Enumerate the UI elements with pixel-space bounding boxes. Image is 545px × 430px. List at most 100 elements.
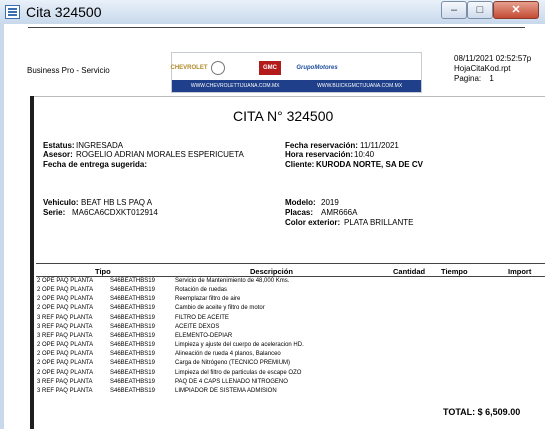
color-label: Color exterior: xyxy=(285,218,341,227)
window-title: Cita 324500 xyxy=(26,4,102,20)
estatus-value: INGRESADA xyxy=(76,141,124,150)
estatus-label: Estatus: xyxy=(43,141,75,150)
row-descripcion: Cambio de aceite y filtro de motor xyxy=(175,305,265,312)
row-descripcion: ELEMENTO-DEPIAR xyxy=(175,332,233,339)
row-tipo: 3 REF PAQ PLANTA xyxy=(37,387,93,394)
gmc-logo: GMC xyxy=(259,61,281,75)
maximize-button[interactable]: □ xyxy=(467,1,493,19)
dealer-banner: CHEVROLET GMC GrupoMotores WWW.CHEVROLET… xyxy=(171,52,422,93)
table-top-rule xyxy=(36,263,545,264)
page-label: Pagina: xyxy=(454,74,482,83)
table-row: 3 REF PAQ PLANTA S46BEATHBS19 LIMPIADOR DE… xyxy=(0,388,545,397)
column-descripcion: Descripción xyxy=(250,267,293,276)
appointment-title: CITA N° 324500 xyxy=(233,108,334,124)
company-name: Business Pro - Servicio xyxy=(27,66,110,75)
row-tipo: 3 REF PAQ PLANTA xyxy=(37,323,93,330)
column-cantidad: Cantidad xyxy=(393,267,426,276)
row-descripcion: PAQ DE 4 CAPS LLENADO NITROGENO xyxy=(175,378,288,385)
placas-label: Placas: xyxy=(285,208,314,217)
modelo-label: Modelo: xyxy=(285,198,316,207)
row-tipo: 2 OPE PAQ PLANTA xyxy=(37,305,94,312)
window-titlebar[interactable]: Cita 324500 – □ ✕ xyxy=(0,0,545,25)
table-row: 3 REF PAQ PLANTA S46BEATHBS19 PAQ DE 4 CAP… xyxy=(0,379,545,388)
table-row: 2 OPE PAQ PLANTA S46BEATHBS19 Rotación de … xyxy=(0,287,545,296)
table-row: 2 OPE PAQ PLANTA S46BEATHBS19 Cambio de ac… xyxy=(0,305,545,314)
row-tipo: 2 OPE PAQ PLANTA xyxy=(37,369,94,376)
vehiculo-label: Vehiculo: xyxy=(43,198,79,207)
header-rule xyxy=(28,27,525,28)
report-file: HojaCitaKod.rpt xyxy=(454,64,511,73)
asesor-value: ROGELIO ADRIAN MORALES ESPERICUETA xyxy=(76,150,244,159)
row-tipo: 2 OPE PAQ PLANTA xyxy=(37,278,94,284)
row-descripcion: FILTRO DE ACEITE xyxy=(175,314,229,321)
chevrolet-logo: CHEVROLET xyxy=(170,65,208,71)
row-codigo: S46BEATHBS19 xyxy=(110,360,155,367)
row-codigo: S46BEATHBS19 xyxy=(110,323,155,330)
total-amount: TOTAL: $ 6,509.00 xyxy=(443,407,521,417)
table-row: 2 OPE PAQ PLANTA S46BEATHBS19 Alineación d… xyxy=(0,351,545,360)
table-row: 2 OPE PAQ PLANTA S46BEATHBS19 Servicio de … xyxy=(0,278,545,287)
row-descripcion: Carga de Nitrógeno (TECNICO PREMIUM) xyxy=(175,360,291,367)
row-codigo: S46BEATHBS19 xyxy=(110,351,155,358)
table-row: 3 REF PAQ PLANTA S46BEATHBS19 FILTRO DE AC… xyxy=(0,315,545,324)
row-descripcion: Limpieza y ajuste del cuerpo de acelerac… xyxy=(175,342,304,349)
report-meta: 08/11/2021 02:52:57p HojaCitaKod.rpt Pag… xyxy=(454,54,531,84)
grupo-motores-logo: GrupoMotores xyxy=(296,65,338,71)
banner-url-left: WWW.CHEVROLETTIJUANA.COM.MX xyxy=(190,83,280,89)
row-tipo: 3 REF PAQ PLANTA xyxy=(37,314,93,321)
table-header-rule xyxy=(36,276,545,277)
cliente-value: KURODA NORTE, SA DE CV xyxy=(316,160,423,169)
row-descripcion: Servicio de Mantenimiento de 48,000 Kms. xyxy=(175,278,290,284)
row-tipo: 2 OPE PAQ PLANTA xyxy=(37,296,94,303)
row-codigo: S46BEATHBS19 xyxy=(110,387,155,394)
row-codigo: S46BEATHBS19 xyxy=(110,332,155,339)
row-codigo: S46BEATHBS19 xyxy=(110,287,155,294)
serie-label: Serie: xyxy=(43,208,66,217)
fecha-entrega-label: Fecha de entrega sugerida: xyxy=(43,160,148,169)
row-codigo: S46BEATHBS19 xyxy=(110,305,155,312)
placas-value: AMR666A xyxy=(321,208,358,217)
column-tipo: Tipo xyxy=(95,267,111,276)
row-descripcion: Limpieza del filtro de particulas de esc… xyxy=(175,369,302,376)
hora-reservacion-value: 10:40 xyxy=(354,150,375,159)
fecha-reservacion-value: 11/11/2021 xyxy=(360,141,399,150)
row-tipo: 3 REF PAQ PLANTA xyxy=(37,332,93,339)
table-row: 3 REF PAQ PLANTA S46BEATHBS19 ACEITE DEXOS xyxy=(0,324,545,333)
row-descripcion: ACEITE DEXOS xyxy=(175,323,220,330)
row-codigo: S46BEATHBS19 xyxy=(110,378,155,385)
row-codigo: S46BEATHBS19 xyxy=(110,278,155,284)
row-codigo: S46BEATHBS19 xyxy=(110,314,155,321)
column-tiempo: Tiempo xyxy=(441,267,468,276)
serie-value: MA6CA6CDXKT012914 xyxy=(72,208,158,217)
brand-logos: CHEVROLET GMC GrupoMotores xyxy=(170,57,417,79)
modelo-value: 2019 xyxy=(321,198,339,207)
table-row: 2 OPE PAQ PLANTA S46BEATHBS19 Carga de Nit… xyxy=(0,360,545,369)
table-row: 2 OPE PAQ PLANTA S46BEATHBS19 Reemplazar f… xyxy=(0,296,545,305)
close-button[interactable]: ✕ xyxy=(493,1,539,19)
row-tipo: 2 OPE PAQ PLANTA xyxy=(37,342,94,349)
asesor-label: Asesor: xyxy=(43,150,73,159)
print-datetime: 08/11/2021 02:52:57p xyxy=(454,54,532,63)
row-descripcion: Alineación de rueda 4 planos, Balanceo xyxy=(175,351,281,358)
fecha-reservacion-label: Fecha reservación: xyxy=(285,141,358,150)
row-tipo: 2 OPE PAQ PLANTA xyxy=(37,360,94,367)
row-tipo: 3 REF PAQ PLANTA xyxy=(37,378,93,385)
row-descripcion: Rotación de ruedas xyxy=(175,287,228,294)
row-codigo: S46BEATHBS19 xyxy=(110,369,155,376)
row-descripcion: LIMPIADOR DE SISTEMA ADMISION xyxy=(175,387,277,394)
banner-url-strip: WWW.CHEVROLETTIJUANA.COM.MX WWW.BUICKGMC… xyxy=(172,80,421,92)
cadillac-logo xyxy=(234,61,250,75)
banner-url-right: WWW.BUICKGMCTIJUANA.COM.MX xyxy=(317,83,403,89)
color-value: PLATA BRILLANTE xyxy=(344,218,414,227)
report-viewer-icon xyxy=(5,5,20,19)
page-indicator: Pagina: 1 xyxy=(454,74,531,84)
cliente-label: Cliente: xyxy=(285,160,315,169)
row-codigo: S46BEATHBS19 xyxy=(110,296,155,303)
row-descripcion: Reemplazar filtro de aire xyxy=(175,296,241,303)
table-row: 2 OPE PAQ PLANTA S46BEATHBS19 Limpieza y a… xyxy=(0,342,545,351)
minimize-button[interactable]: – xyxy=(441,1,467,19)
table-row: 3 REF PAQ PLANTA S46BEATHBS19 ELEMENTO-DEP… xyxy=(0,333,545,342)
page-number: 1 xyxy=(489,74,494,83)
hora-reservacion-label: Hora reservación: xyxy=(285,150,354,159)
row-codigo: S46BEATHBS19 xyxy=(110,342,155,349)
